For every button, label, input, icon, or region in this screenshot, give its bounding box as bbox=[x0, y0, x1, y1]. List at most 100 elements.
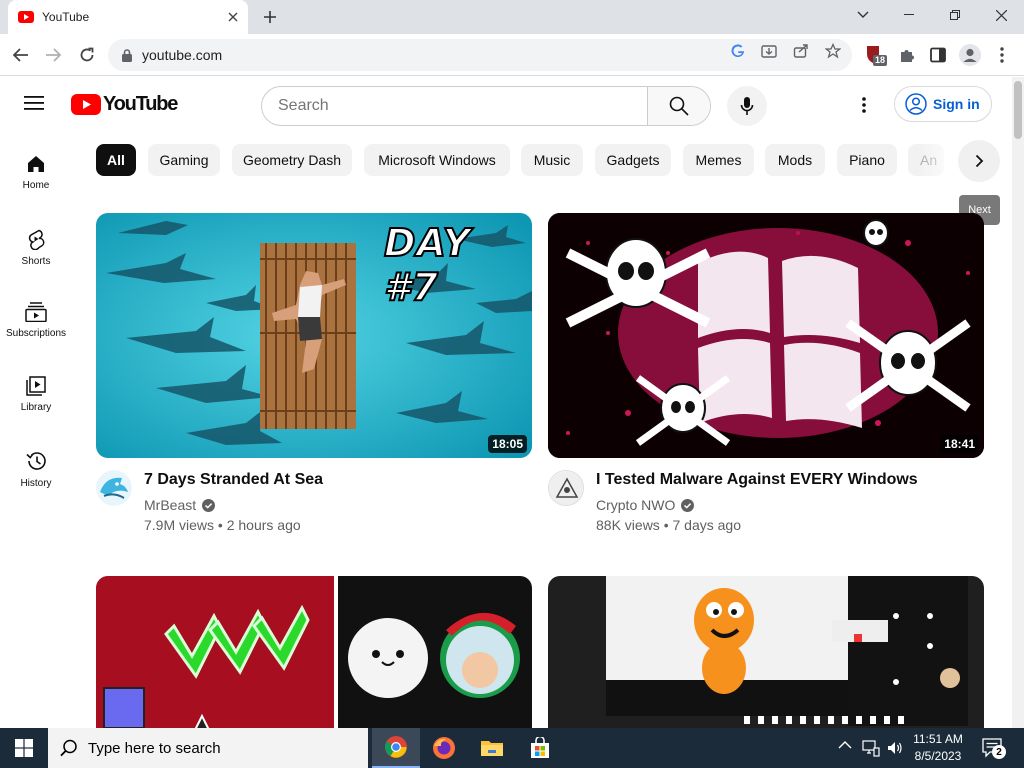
channel-avatar-crypto-nwo[interactable] bbox=[548, 470, 584, 506]
video-age-1: 2 hours ago bbox=[226, 517, 301, 533]
minimize-button[interactable] bbox=[886, 0, 932, 30]
scrollbar-thumb[interactable] bbox=[1014, 81, 1022, 139]
sign-in-button[interactable]: Sign in bbox=[894, 86, 992, 122]
profile-avatar-icon[interactable] bbox=[958, 43, 982, 67]
youtube-logo[interactable]: YouTube bbox=[71, 93, 178, 116]
nav-item-home[interactable]: Home bbox=[0, 140, 72, 206]
guide-menu-icon[interactable] bbox=[24, 95, 44, 111]
bookmark-star-icon[interactable] bbox=[824, 42, 842, 60]
taskbar-store[interactable] bbox=[516, 728, 564, 768]
chip-gaming[interactable]: Gaming bbox=[148, 144, 220, 176]
channel-avatar-mrbeast[interactable] bbox=[96, 470, 132, 506]
windows-taskbar: 11:51 AM 8/5/2023 2 bbox=[0, 728, 1024, 768]
forward-button[interactable] bbox=[40, 42, 66, 68]
volume-icon[interactable] bbox=[886, 739, 904, 757]
verified-badge-icon bbox=[202, 498, 216, 512]
youtube-favicon-icon bbox=[18, 11, 34, 23]
library-icon bbox=[26, 376, 46, 396]
browser-tab-youtube[interactable]: YouTube bbox=[8, 0, 248, 34]
settings-more-icon[interactable] bbox=[862, 97, 866, 113]
action-center-icon[interactable]: 2 bbox=[982, 738, 1006, 759]
nav-item-shorts[interactable]: Shorts bbox=[0, 214, 72, 280]
home-icon bbox=[26, 154, 46, 174]
close-tab-icon[interactable] bbox=[228, 12, 238, 22]
chrome-icon bbox=[385, 736, 407, 758]
extensions-puzzle-icon[interactable] bbox=[895, 43, 919, 67]
thumbnail-image-malware bbox=[548, 213, 984, 458]
video-thumbnail-1[interactable]: DAY #7 18:05 bbox=[96, 213, 532, 458]
taskbar-firefox[interactable] bbox=[420, 728, 468, 768]
channel-name-2[interactable]: Crypto NWO bbox=[596, 497, 695, 513]
taskbar-chrome[interactable] bbox=[372, 728, 420, 768]
channel-name-text: MrBeast bbox=[144, 497, 197, 513]
video-title-2[interactable]: I Tested Malware Against EVERY Windows bbox=[596, 471, 918, 489]
network-icon[interactable] bbox=[862, 739, 880, 757]
search-input[interactable] bbox=[262, 87, 647, 125]
video-thumbnail-2[interactable]: 18:41 bbox=[548, 213, 984, 458]
side-panel-icon[interactable] bbox=[926, 43, 950, 67]
youtube-header: YouTube Sign in bbox=[0, 77, 1012, 133]
tab-title: YouTube bbox=[42, 10, 90, 24]
nav-item-history[interactable]: History bbox=[0, 436, 72, 502]
share-icon[interactable] bbox=[792, 42, 810, 60]
nav-item-library[interactable]: Library bbox=[0, 362, 72, 428]
new-tab-button[interactable] bbox=[258, 6, 282, 28]
taskbar-clock[interactable]: 11:51 AM 8/5/2023 bbox=[906, 731, 970, 765]
video-views-1: 7.9M views bbox=[144, 517, 215, 533]
chip-piano[interactable]: Piano bbox=[837, 144, 897, 176]
nav-label-shorts: Shorts bbox=[21, 256, 51, 267]
video-thumbnail-4[interactable] bbox=[548, 576, 984, 746]
nav-item-subscriptions[interactable]: Subscriptions bbox=[0, 288, 72, 354]
install-app-icon[interactable] bbox=[760, 42, 778, 60]
video-duration-2: 18:41 bbox=[940, 435, 979, 453]
tab-search-button[interactable] bbox=[840, 0, 886, 30]
search-button[interactable] bbox=[647, 87, 710, 125]
restore-button[interactable] bbox=[932, 0, 978, 30]
lock-icon[interactable] bbox=[122, 48, 132, 62]
reload-button[interactable] bbox=[74, 42, 100, 68]
chips-next-button[interactable] bbox=[958, 140, 1000, 182]
shorts-icon bbox=[26, 228, 46, 250]
browser-toolbar: youtube.com 18 bbox=[0, 34, 1024, 76]
back-button[interactable] bbox=[8, 42, 34, 68]
taskbar-search-input[interactable] bbox=[88, 739, 338, 757]
chip-mods[interactable]: Mods bbox=[765, 144, 825, 176]
verified-badge-icon bbox=[681, 498, 695, 512]
chip-gadgets[interactable]: Gadgets bbox=[595, 144, 671, 176]
video-title-1[interactable]: 7 Days Stranded At Sea bbox=[144, 471, 323, 489]
start-button[interactable] bbox=[0, 728, 48, 768]
meta-separator: • bbox=[663, 517, 673, 533]
url-text: youtube.com bbox=[142, 47, 223, 63]
video-meta-1: 7.9M views • 2 hours ago bbox=[144, 517, 301, 533]
extension-shield-icon[interactable]: 18 bbox=[864, 43, 888, 67]
chip-fade bbox=[920, 142, 960, 178]
close-window-button[interactable] bbox=[978, 0, 1024, 30]
video-duration-1: 18:05 bbox=[488, 435, 527, 453]
nav-label-library: Library bbox=[20, 402, 52, 413]
channel-name-1[interactable]: MrBeast bbox=[144, 497, 216, 513]
channel-name-text: Crypto NWO bbox=[596, 497, 676, 513]
video-views-2: 88K views bbox=[596, 517, 660, 533]
browser-menu-icon[interactable] bbox=[990, 43, 1014, 67]
chip-all[interactable]: All bbox=[96, 144, 136, 176]
taskbar-search-box[interactable] bbox=[48, 728, 368, 768]
page-scrollbar[interactable] bbox=[1012, 77, 1024, 728]
browser-tab-strip: YouTube bbox=[0, 0, 1024, 34]
meta-separator: • bbox=[217, 517, 227, 533]
notification-count-badge: 2 bbox=[992, 745, 1006, 759]
google-translate-icon[interactable] bbox=[729, 42, 747, 60]
clock-date: 8/5/2023 bbox=[914, 749, 962, 763]
youtube-logo-text: YouTube bbox=[103, 93, 178, 115]
subscriptions-icon bbox=[25, 302, 47, 322]
chip-microsoft-windows[interactable]: Microsoft Windows bbox=[364, 144, 510, 176]
video-thumbnail-3[interactable] bbox=[96, 576, 532, 746]
voice-search-button[interactable] bbox=[727, 86, 767, 126]
chip-music[interactable]: Music bbox=[521, 144, 583, 176]
nav-label-home: Home bbox=[22, 180, 50, 191]
chip-memes[interactable]: Memes bbox=[683, 144, 754, 176]
thumbnail-image-animation bbox=[548, 576, 984, 746]
thumbnail-overlay-text: DAY #7 bbox=[383, 220, 472, 310]
show-hidden-icons-chevron-icon[interactable] bbox=[838, 740, 852, 750]
chip-geometry-dash[interactable]: Geometry Dash bbox=[232, 144, 352, 176]
taskbar-file-explorer[interactable] bbox=[468, 728, 516, 768]
